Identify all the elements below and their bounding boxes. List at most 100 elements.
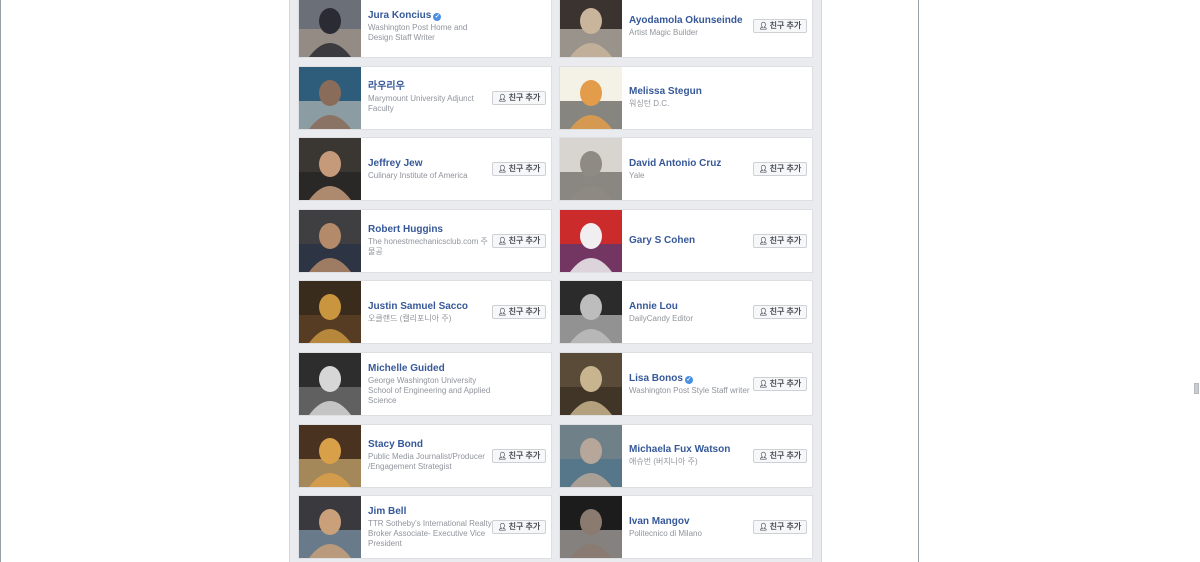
person-name[interactable]: Ivan Mangov bbox=[629, 516, 690, 527]
add-friend-button[interactable]: 👤︎ 친구 추가 bbox=[753, 233, 807, 248]
add-friend-button[interactable]: 👤︎ 친구 추가 bbox=[753, 19, 807, 33]
person-name[interactable]: Gary S Cohen bbox=[629, 235, 695, 246]
person-info: Ivan Mangov Politecnico di Milano bbox=[629, 496, 754, 558]
verified-badge-icon: ✓ bbox=[433, 12, 442, 21]
person-name-link[interactable]: Jura Koncius ✓ bbox=[368, 10, 493, 22]
person-description: George Washington University School of E… bbox=[368, 375, 491, 405]
person-name[interactable]: Justin Samuel Sacco bbox=[368, 301, 468, 312]
add-friend-icon: 👤︎ bbox=[758, 166, 768, 174]
add-friend-button[interactable]: 👤︎ 친구 추가 bbox=[492, 90, 546, 105]
person-name-link[interactable]: Robert Huggins bbox=[368, 224, 493, 236]
add-friend-icon: 👤︎ bbox=[497, 94, 507, 102]
profile-photo[interactable] bbox=[560, 138, 622, 201]
add-friend-label: 친구 추가 bbox=[508, 235, 541, 245]
person-name[interactable]: Melissa Stegun bbox=[629, 86, 702, 97]
add-friend-button[interactable]: 👤︎ 친구 추가 bbox=[492, 233, 546, 248]
person-name-link[interactable]: Lisa Bonos ✓ bbox=[629, 373, 754, 385]
add-friend-icon: 👤︎ bbox=[758, 309, 768, 317]
verified-badge-icon: ✓ bbox=[684, 375, 693, 384]
profile-photo[interactable] bbox=[560, 209, 622, 272]
add-friend-button[interactable]: 👤︎ 친구 추가 bbox=[753, 520, 807, 535]
person-card: Jeffrey Jew Culinary Institute of America… bbox=[298, 137, 552, 202]
person-name-link[interactable]: David Antonio Cruz bbox=[629, 158, 754, 170]
person-info: Michaela Fux Watson 애슈번 (버지니아 주) bbox=[629, 425, 754, 487]
person-card: Michaela Fux Watson 애슈번 (버지니아 주) 👤︎ 친구 추가 bbox=[559, 423, 813, 488]
person-description: The honestmechanicsclub.com 주물공 bbox=[368, 237, 488, 257]
add-friend-button[interactable]: 👤︎ 친구 추가 bbox=[753, 162, 807, 177]
profile-photo[interactable] bbox=[299, 424, 361, 487]
add-friend-icon: 👤︎ bbox=[497, 309, 507, 317]
profile-photo[interactable] bbox=[560, 424, 622, 487]
scrollbar-thumb[interactable] bbox=[1194, 383, 1199, 394]
profile-photo[interactable] bbox=[560, 281, 622, 344]
person-info: Annie Lou DailyCandy Editor bbox=[629, 281, 754, 343]
person-name[interactable]: Ayodamola Okunseinde bbox=[629, 15, 743, 26]
profile-photo[interactable] bbox=[299, 209, 361, 272]
person-card: Robert Huggins The honestmechanicsclub.co… bbox=[298, 208, 552, 273]
person-name-link[interactable]: Ivan Mangov bbox=[629, 516, 754, 528]
person-name-link[interactable]: Michaela Fux Watson bbox=[629, 444, 754, 456]
person-description: Culinary Institute of America bbox=[368, 170, 468, 180]
left-page-border bbox=[0, 0, 1, 562]
add-friend-label: 친구 추가 bbox=[508, 522, 541, 532]
person-name[interactable]: Stacy Bond bbox=[368, 439, 423, 450]
person-name-link[interactable]: Jim Bell bbox=[368, 506, 493, 518]
person-name-link[interactable]: Gary S Cohen bbox=[629, 235, 754, 247]
profile-photo[interactable] bbox=[299, 353, 361, 415]
person-name[interactable]: Jura Koncius bbox=[368, 10, 431, 21]
person-card: Jura Koncius ✓ Washington Post Home and De… bbox=[298, 0, 552, 58]
person-name[interactable]: Robert Huggins bbox=[368, 224, 443, 235]
profile-photo[interactable] bbox=[560, 66, 622, 129]
person-name-link[interactable]: Annie Lou bbox=[629, 301, 754, 313]
person-info: Melissa Stegun 워싱턴 D.C. bbox=[629, 67, 754, 129]
person-description: 워싱턴 D.C. bbox=[629, 99, 670, 109]
person-description: Marymount University Adjunct Faculty bbox=[368, 94, 474, 114]
person-name-link[interactable]: Ayodamola Okunseinde bbox=[629, 15, 754, 27]
add-friend-button[interactable]: 👤︎ 친구 추가 bbox=[753, 305, 807, 320]
person-name[interactable]: Michaela Fux Watson bbox=[629, 444, 730, 455]
add-friend-label: 친구 추가 bbox=[508, 307, 541, 317]
add-friend-button[interactable]: 👤︎ 친구 추가 bbox=[753, 448, 807, 463]
person-name-link[interactable]: Jeffrey Jew bbox=[368, 158, 493, 170]
person-card: Ayodamola Okunseinde Artist Magic Builder… bbox=[559, 0, 813, 58]
person-card: Justin Samuel Sacco 오클랜드 (캘리포니아 주) 👤︎ 친구 추가 bbox=[298, 280, 552, 345]
person-name-link[interactable]: Stacy Bond bbox=[368, 439, 493, 451]
add-friend-icon: 👤︎ bbox=[497, 237, 507, 245]
person-name[interactable]: Jim Bell bbox=[368, 506, 406, 517]
add-friend-button[interactable]: 👤︎ 친구 추가 bbox=[753, 377, 807, 391]
add-friend-button[interactable]: 👤︎ 친구 추가 bbox=[492, 305, 546, 320]
person-description: Politecnico di Milano bbox=[629, 528, 702, 538]
right-page-border bbox=[918, 0, 919, 562]
person-info: Jeffrey Jew Culinary Institute of America bbox=[368, 138, 493, 200]
person-card: Jim Bell TTR Sotheby's International Real… bbox=[298, 495, 552, 560]
add-friend-button[interactable]: 👤︎ 친구 추가 bbox=[492, 448, 546, 463]
person-name[interactable]: David Antonio Cruz bbox=[629, 158, 721, 169]
add-friend-icon: 👤︎ bbox=[758, 381, 768, 388]
profile-photo[interactable] bbox=[299, 0, 361, 57]
profile-photo[interactable] bbox=[299, 66, 361, 129]
add-friend-icon: 👤︎ bbox=[758, 452, 768, 460]
profile-photo[interactable] bbox=[299, 138, 361, 201]
person-name-link[interactable]: Melissa Stegun bbox=[629, 86, 754, 98]
person-name-link[interactable]: Michelle Guided bbox=[368, 363, 493, 375]
person-description: 오클랜드 (캘리포니아 주) bbox=[368, 313, 452, 323]
profile-photo[interactable] bbox=[560, 353, 622, 415]
person-name[interactable]: Michelle Guided bbox=[368, 363, 445, 374]
person-name[interactable]: Lisa Bonos bbox=[629, 373, 683, 384]
profile-photo[interactable] bbox=[560, 0, 622, 57]
person-card: Stacy Bond Public Media Journalist/Produc… bbox=[298, 423, 552, 488]
add-friend-button[interactable]: 👤︎ 친구 추가 bbox=[492, 520, 546, 535]
add-friend-icon: 👤︎ bbox=[497, 452, 507, 460]
person-name[interactable]: 라우리우 bbox=[368, 81, 405, 92]
person-name[interactable]: Jeffrey Jew bbox=[368, 158, 422, 169]
profile-photo[interactable] bbox=[299, 281, 361, 344]
person-name-link[interactable]: 라우리우 bbox=[368, 81, 493, 93]
add-friend-label: 친구 추가 bbox=[508, 92, 541, 102]
person-name[interactable]: Annie Lou bbox=[629, 301, 678, 312]
profile-photo[interactable] bbox=[560, 496, 622, 559]
add-friend-button[interactable]: 👤︎ 친구 추가 bbox=[492, 162, 546, 177]
page-scrollbar[interactable] bbox=[1190, 0, 1200, 562]
profile-photo[interactable] bbox=[299, 496, 361, 559]
person-name-link[interactable]: Justin Samuel Sacco bbox=[368, 301, 493, 313]
person-info: Michelle Guided George Washington Univers… bbox=[368, 353, 493, 415]
